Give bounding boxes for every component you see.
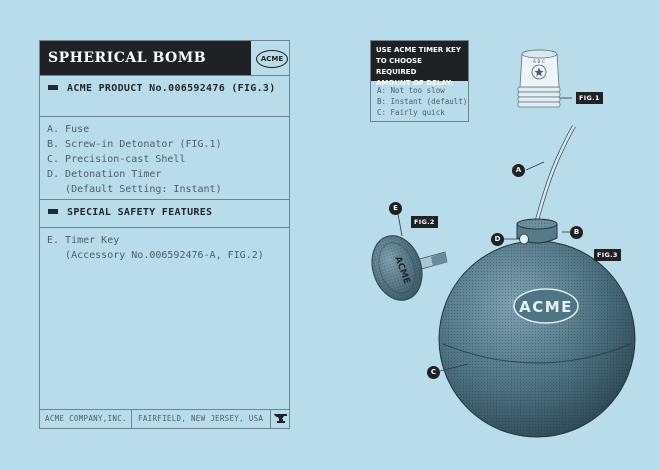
fig2-tag: FIG.2 — [411, 216, 438, 228]
callout-d: D — [491, 233, 504, 246]
fig1-tag: FIG.1 — [576, 92, 603, 104]
fig3-tag: FIG.3 — [594, 249, 621, 261]
callout-e: E — [389, 202, 402, 215]
detonator-letters: A B C — [533, 59, 545, 65]
callout-b: B — [570, 226, 583, 239]
detonator-figure — [517, 49, 561, 108]
callout-c: C — [427, 366, 440, 379]
bomb-figure — [438, 125, 636, 438]
callout-a: A — [512, 164, 525, 177]
bomb-logo: ACME — [519, 298, 573, 316]
bomb-illustration: A B C ACME ACME — [371, 49, 636, 438]
